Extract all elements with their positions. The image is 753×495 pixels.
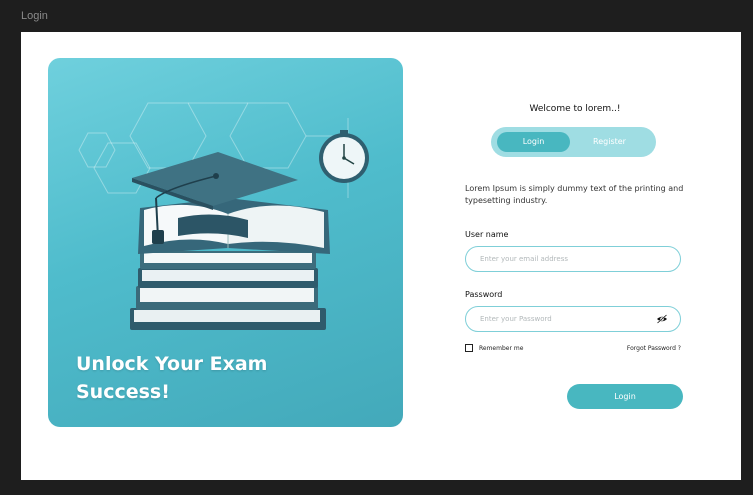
frame-title: Login — [21, 10, 48, 22]
username-input[interactable] — [465, 246, 681, 272]
remember-me-label: Remember me — [479, 344, 524, 352]
login-button[interactable]: Login — [567, 384, 683, 409]
hero-headline-line-1: Unlock Your Exam — [76, 353, 268, 375]
login-form: Welcome to lorem..! Login Register Lorem… — [465, 32, 685, 480]
remember-me-checkbox[interactable] — [465, 344, 473, 352]
forgot-password-link[interactable]: Forgot Password ? — [627, 345, 681, 352]
eye-slash-icon[interactable] — [656, 314, 668, 324]
username-label: User name — [465, 230, 509, 239]
form-description: Lorem Ipsum is simply dummy text of the … — [465, 184, 684, 205]
auth-mode-toggle: Login Register — [491, 127, 656, 157]
welcome-heading: Welcome to lorem..! — [529, 104, 621, 114]
hero-headline-line-2: Success! — [76, 381, 170, 403]
password-label: Password — [465, 290, 503, 299]
remember-me: Remember me — [465, 344, 523, 352]
hero-headline: Unlock Your Exam Success! — [76, 350, 336, 406]
tab-register[interactable]: Register — [573, 132, 646, 152]
password-input[interactable] — [465, 306, 681, 332]
tab-login[interactable]: Login — [497, 132, 570, 152]
hero-panel: Unlock Your Exam Success! — [48, 58, 403, 427]
login-page: Unlock Your Exam Success! Welcome to lor… — [21, 32, 741, 480]
clock-icon — [319, 130, 369, 183]
